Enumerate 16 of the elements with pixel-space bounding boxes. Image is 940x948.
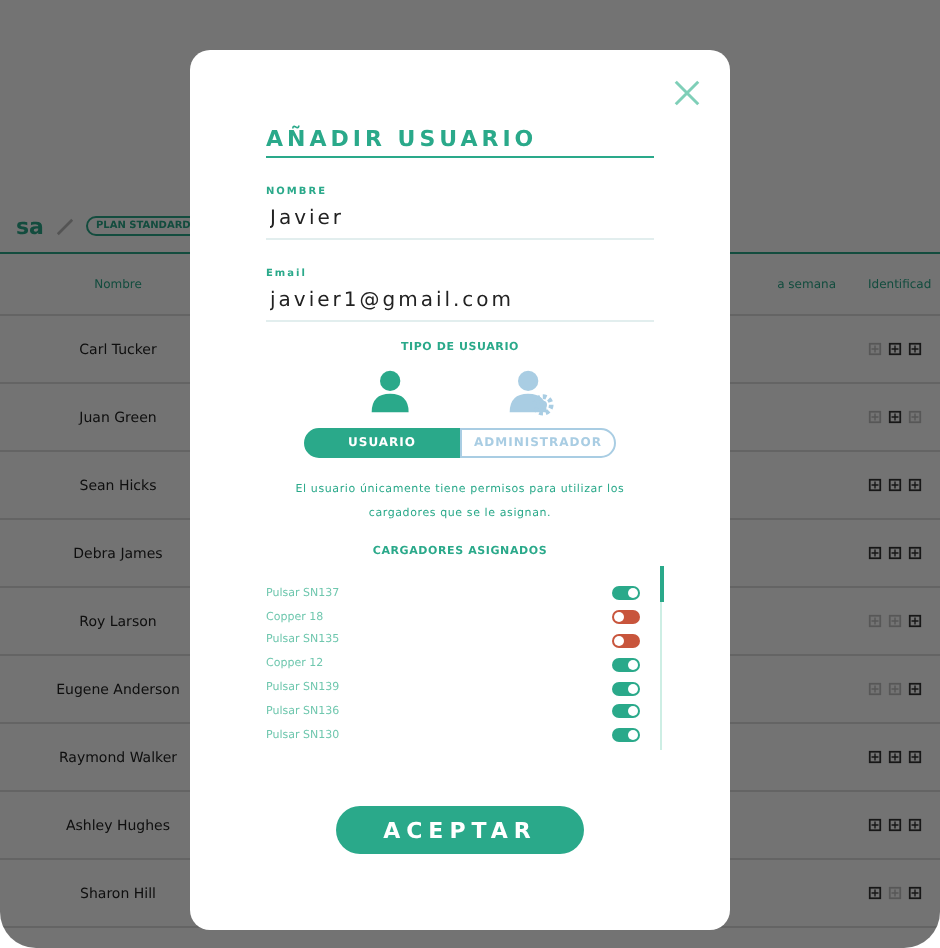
user-gear-icon (505, 368, 553, 416)
toggle-switch[interactable] (612, 704, 640, 719)
toggle-switch[interactable] (612, 728, 640, 743)
toggle-switch[interactable] (612, 610, 640, 625)
close-icon[interactable] (672, 78, 702, 108)
user-icon (367, 368, 415, 416)
toggle-switch[interactable] (612, 681, 640, 696)
pencil-icon[interactable] (55, 217, 74, 235)
toggle-switch[interactable] (612, 657, 640, 672)
company-name: sa (16, 213, 44, 239)
input-field[interactable]: javier1@gmail.com (266, 286, 654, 322)
modal-title: AÑADIR USUARIO (266, 126, 654, 158)
accept-button[interactable]: ACEPTAR (336, 806, 584, 854)
scrollbar-thumb[interactable] (660, 566, 664, 602)
toggle-switch[interactable] (612, 586, 640, 601)
toggle-switch[interactable] (612, 633, 640, 648)
